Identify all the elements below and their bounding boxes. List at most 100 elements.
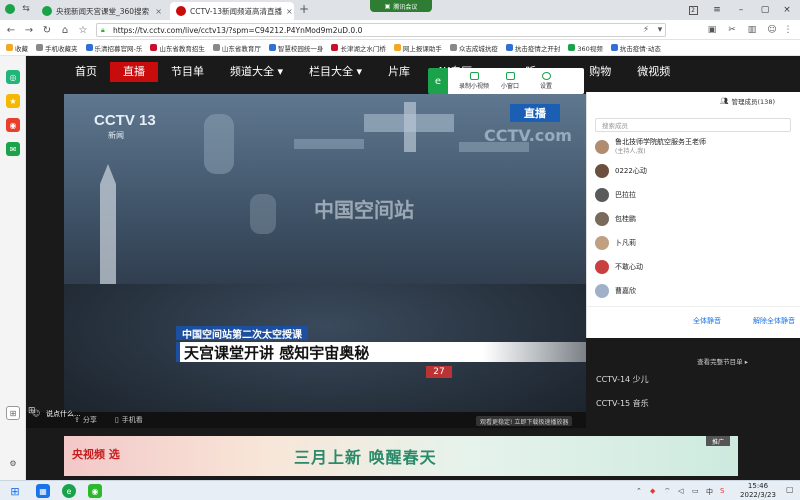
mobile-label: 手机看: [121, 416, 143, 424]
bookmark-item[interactable]: 山东省教育厅: [212, 43, 261, 53]
promo-banner[interactable]: 央视频 选 三月上新 唤醒春天: [64, 436, 738, 476]
refresh-icon[interactable]: ↻: [40, 23, 54, 37]
mini-window-button[interactable]: 小窗口: [492, 72, 528, 90]
new-tab-icon[interactable]: +: [298, 2, 310, 16]
browser-logo-icon[interactable]: [4, 3, 16, 15]
sidebar-icon[interactable]: ▥: [746, 24, 758, 36]
sidebar-mail-icon[interactable]: ✉: [6, 142, 20, 156]
video-player[interactable]: CCTV 13 新闻 直播 CCTV.com 中国空间站 中国空间站第二次太空授…: [64, 94, 586, 412]
url-input[interactable]: 🔒︎ https://tv.cctv.com/live/cctv13/?spm=…: [96, 23, 666, 37]
menu-icon[interactable]: ≡: [706, 2, 728, 18]
tab-label: 央视新闻天宫课堂_360搜索: [56, 6, 150, 16]
volume-icon[interactable]: ◁: [678, 487, 683, 495]
settings-button[interactable]: 设置: [528, 72, 564, 90]
nav-library[interactable]: 片库: [375, 62, 423, 82]
member-row[interactable]: 不敢心动: [595, 260, 643, 274]
home-icon[interactable]: ⌂: [58, 23, 72, 37]
download-player-tip[interactable]: 观看更稳定! 立即下载极速播放器: [476, 416, 573, 426]
emoji-icon[interactable]: ☺: [32, 409, 40, 418]
bookmark-item[interactable]: 收藏: [6, 43, 28, 53]
bookmark-item[interactable]: 360视频: [568, 43, 603, 53]
forward-icon[interactable]: →: [22, 23, 36, 37]
sidebar-screen-icon[interactable]: ⊞: [6, 406, 20, 420]
meeting-member-panel: 👥︎ 管理成员(138) 搜索成员 鲁北技师学院航空服务王老师 (主持人,我) 02…: [586, 92, 800, 338]
battery-icon[interactable]: ▭: [692, 487, 699, 495]
nav-columns[interactable]: 栏目大全 ▾: [296, 62, 375, 82]
channel-item[interactable]: CCTV-15 音乐: [586, 398, 800, 409]
back-icon[interactable]: ←: [4, 23, 18, 37]
tab-search-favicon: [42, 6, 52, 16]
minimize-icon[interactable]: –: [730, 2, 752, 18]
member-role: (主持人,我): [615, 148, 646, 155]
tray-icon[interactable]: ⌃: [636, 487, 642, 495]
favorite-icon[interactable]: ☆: [76, 23, 90, 37]
nav-schedule[interactable]: 节目单: [158, 62, 217, 82]
bookmark-item[interactable]: 长津湖之水门桥: [331, 43, 386, 53]
channel-item[interactable]: CCTV-14 少儿: [586, 374, 800, 385]
nav-live[interactable]: 直播: [110, 62, 158, 82]
tab-cctv[interactable]: CCTV-13新闻频道高清直播 ×: [170, 2, 294, 20]
bookmark-item[interactable]: 山东省教育招生: [150, 43, 205, 53]
close-icon[interactable]: ×: [155, 7, 162, 16]
channel-logo-sub: 新闻: [108, 131, 124, 140]
mobile-watch-button[interactable]: ▯ 手机看: [115, 415, 143, 425]
manage-members[interactable]: 👥︎ 管理成员(138): [587, 92, 800, 110]
dropdown-icon[interactable]: ▾: [654, 24, 666, 36]
bookmark-item[interactable]: 众志成城抗疫: [449, 43, 498, 53]
clock[interactable]: 15:46 2022/3/23: [736, 482, 780, 500]
record-clip-button[interactable]: 录制小视频: [456, 72, 492, 90]
meeting-indicator[interactable]: ▣ 腾讯会议: [370, 0, 432, 12]
sidebar-weibo-icon[interactable]: ◉: [6, 118, 20, 132]
member-name: 巴拉拉: [615, 191, 636, 199]
more-icon[interactable]: ⋮: [782, 24, 794, 36]
taskbar-browser-icon[interactable]: e: [62, 484, 76, 498]
reader-icon[interactable]: ⚡: [640, 24, 652, 36]
member-row[interactable]: 卜凡莉: [595, 236, 636, 250]
tab-label: CCTV-13新闻频道高清直播: [190, 6, 282, 16]
tray-network-icon[interactable]: ⌔: [664, 487, 671, 496]
taskbar-wechat-icon[interactable]: ◉: [88, 484, 102, 498]
sidebar-star-icon[interactable]: ★: [6, 94, 20, 108]
bookmark-item[interactable]: 抗击疫情·动态: [610, 43, 661, 53]
bookmark-item[interactable]: 抗击疫情之开封: [505, 43, 560, 53]
tray-s-icon[interactable]: S: [720, 487, 724, 495]
screenshot-icon[interactable]: ✂: [726, 24, 738, 36]
taskbar: ⊞ ▦ e ◉ ⌃ ◆ ⌔ ◁ ▭ 中 S 15:46 2022/3/23 ▢: [0, 480, 800, 500]
unmute-all-button[interactable]: 解除全体静音: [753, 316, 795, 326]
tab-count-icon[interactable]: 2: [682, 2, 704, 18]
tray-antivirus-icon[interactable]: ◆: [650, 487, 655, 495]
window-close-icon[interactable]: ×: [776, 2, 798, 18]
globe-icon: [212, 44, 220, 51]
bookmark-item[interactable]: 乐清招募官网-乐: [85, 43, 142, 53]
nav-micro-video[interactable]: 微视频: [624, 62, 683, 82]
nav-channels[interactable]: 频道大全 ▾: [217, 62, 296, 82]
start-icon[interactable]: ⊞: [8, 484, 22, 498]
mute-all-button[interactable]: 全体静音: [693, 316, 721, 326]
close-icon[interactable]: ×: [286, 7, 293, 16]
member-row[interactable]: 0222心动: [595, 164, 647, 178]
member-row[interactable]: 曹嘉欣: [595, 284, 636, 298]
member-name: 鲁北技师学院航空服务王老师: [615, 138, 706, 146]
sidebar-app-icon[interactable]: ◎: [6, 70, 20, 84]
bookmark-item[interactable]: 智慧校园统一身: [268, 43, 323, 53]
extension-icon[interactable]: ▣: [706, 24, 718, 36]
taskbar-app-icon[interactable]: ▦: [36, 484, 50, 498]
member-name: 曹嘉欣: [615, 287, 636, 295]
full-schedule-link[interactable]: 查看完整节目单 ▸: [697, 356, 748, 366]
notification-icon[interactable]: ▢: [786, 485, 796, 497]
tab-menu-icon[interactable]: ⇆: [20, 3, 32, 15]
browser-plugin-icon[interactable]: e: [428, 68, 448, 94]
member-row[interactable]: 鲁北技师学院航空服务王老师 (主持人,我): [595, 138, 706, 156]
member-row[interactable]: 巴拉拉: [595, 188, 636, 202]
member-row[interactable]: 包桂鹏: [595, 212, 636, 226]
nav-home[interactable]: 首页: [62, 62, 110, 82]
bookmark-item[interactable]: 手机收藏夹: [36, 43, 78, 53]
tab-search[interactable]: 央视新闻天宫课堂_360搜索 ×: [36, 2, 168, 20]
settings-icon[interactable]: ⚙: [6, 456, 20, 470]
bookmark-item[interactable]: 网上报课助手: [393, 43, 442, 53]
chat-input[interactable]: 说点什么...: [46, 409, 81, 419]
input-method[interactable]: 中: [706, 487, 713, 497]
maximize-icon[interactable]: ▢: [754, 2, 776, 18]
member-search-input[interactable]: 搜索成员: [595, 118, 791, 132]
user-icon[interactable]: ☺: [766, 24, 778, 36]
